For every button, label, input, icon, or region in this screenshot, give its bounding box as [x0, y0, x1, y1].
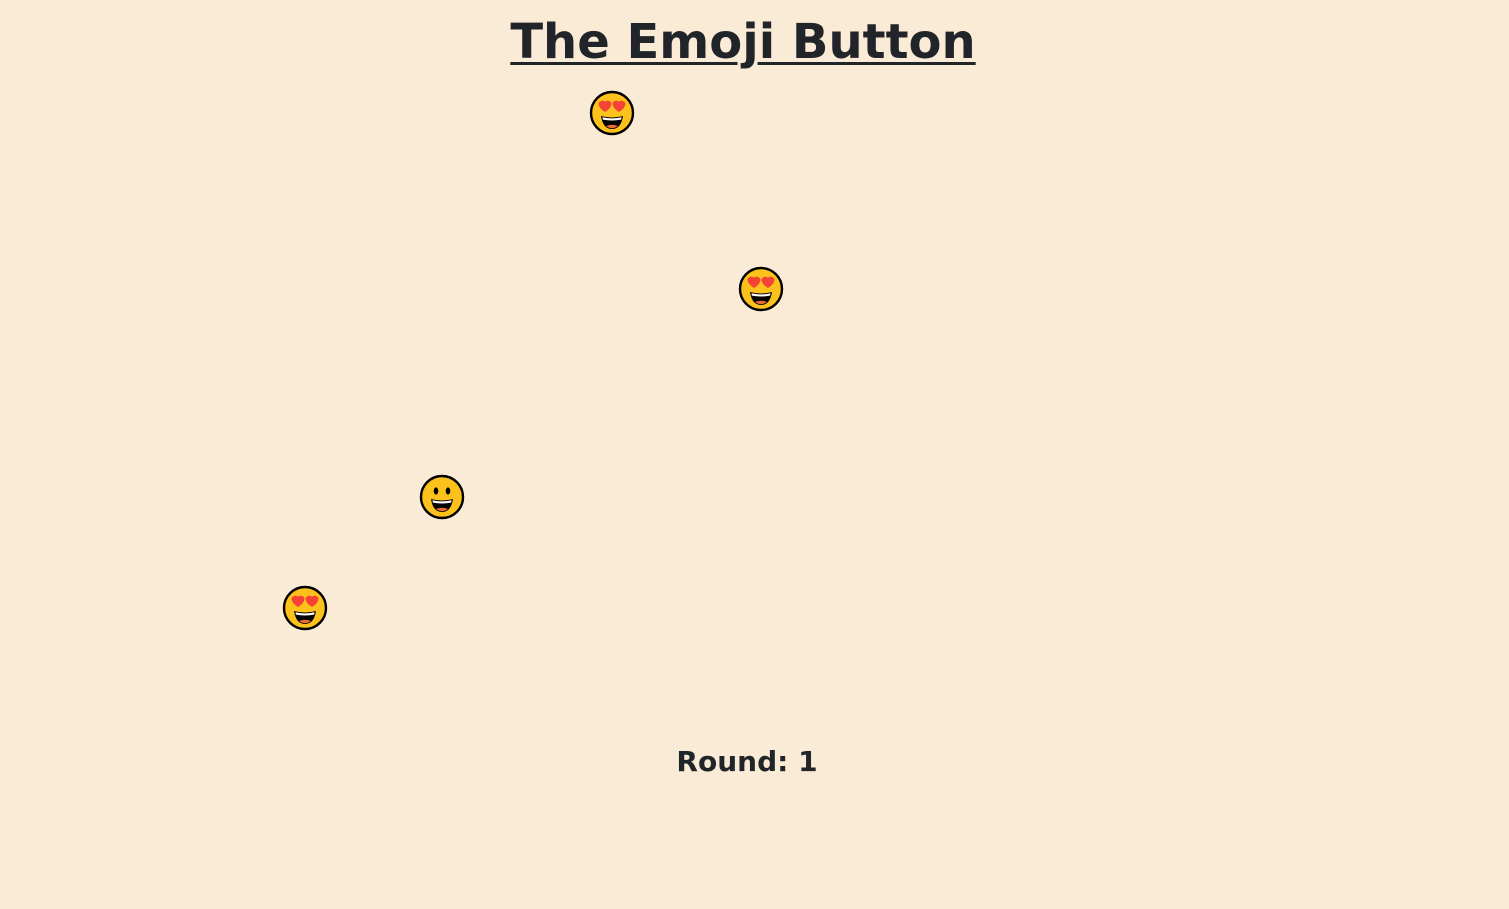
heart-eyes-smiley-icon — [738, 266, 784, 312]
emoji-button-heart-eyes[interactable] — [589, 90, 635, 136]
heart-eyes-smiley-icon — [282, 585, 328, 631]
grinning-face-icon — [419, 474, 465, 520]
emoji-button-grinning[interactable] — [419, 474, 465, 520]
heart-eyes-smiley-icon — [589, 90, 635, 136]
emoji-button-heart-eyes[interactable] — [282, 585, 328, 631]
emoji-button-heart-eyes[interactable] — [738, 266, 784, 312]
game-page: The Emoji Button Round: 1 — [0, 0, 1509, 909]
round-counter: Round: 1 — [676, 745, 818, 778]
